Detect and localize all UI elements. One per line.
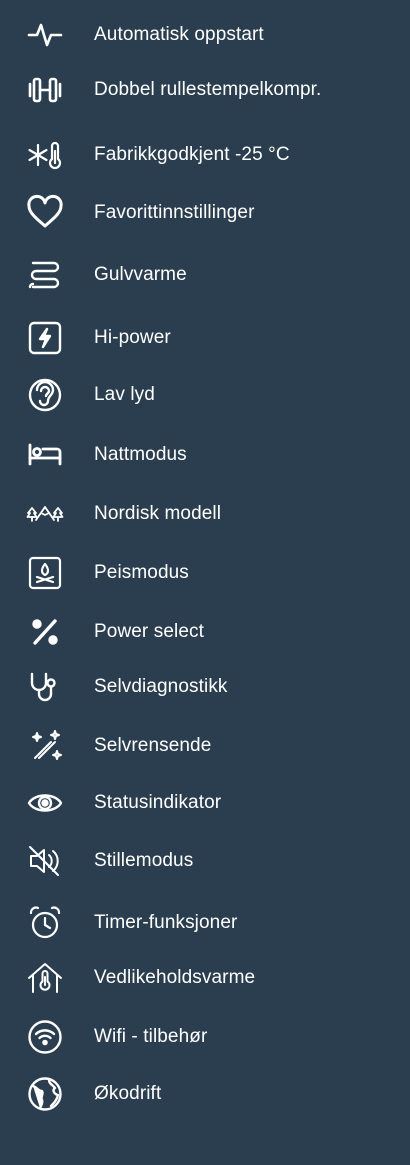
fireplace-icon — [25, 553, 65, 593]
feature-item-fabrikkgodkjent: Fabrikkgodkjent -25 °C — [0, 135, 410, 175]
feature-item-dobbel-rullestempelkompr: Dobbel rullestempelkompr. — [0, 70, 410, 110]
feature-item-gulvvarme: Gulvvarme — [0, 255, 410, 295]
feature-item-timer-funksjoner: Timer-funksjoner — [0, 903, 410, 943]
feature-label: Lav lyd — [94, 384, 155, 405]
feature-list: Automatisk oppstart Dobbel rullestempelk… — [0, 0, 410, 1165]
magic-wand-icon — [25, 726, 65, 766]
feature-label: Automatisk oppstart — [94, 24, 264, 45]
feature-label: Peismodus — [94, 562, 189, 583]
feature-label: Timer-funksjoner — [94, 912, 238, 933]
house-thermometer-icon — [25, 958, 65, 998]
globe-icon — [25, 1074, 65, 1114]
snowflake-thermometer-icon — [25, 135, 65, 175]
feature-item-vedlikeholdsvarme: Vedlikeholdsvarme — [0, 958, 410, 998]
feature-label: Dobbel rullestempelkompr. — [94, 79, 322, 100]
alarm-clock-icon — [25, 903, 65, 943]
feature-label: Gulvvarme — [94, 264, 187, 285]
feature-item-lav-lyd: Lav lyd — [0, 375, 410, 415]
ear-icon — [25, 375, 65, 415]
feature-item-stillemodus: Stillemodus — [0, 841, 410, 881]
feature-item-selvrensende: Selvrensende — [0, 726, 410, 766]
feature-label: Nordisk modell — [94, 503, 222, 524]
feature-item-power-select: Power select — [0, 612, 410, 652]
feature-item-automatisk-oppstart: Automatisk oppstart — [0, 15, 410, 55]
pulse-icon — [25, 15, 65, 55]
eye-icon — [25, 783, 65, 823]
feature-label: Selvdiagnostikk — [94, 676, 228, 697]
feature-item-nattmodus: Nattmodus — [0, 435, 410, 475]
feature-item-nordisk-modell: Nordisk modell — [0, 494, 410, 534]
feature-item-wifi-tilbehor: Wifi - tilbehør — [0, 1017, 410, 1057]
feature-item-okodrift: Økodrift — [0, 1074, 410, 1114]
feature-item-hi-power: Hi-power — [0, 318, 410, 358]
feature-label: Fabrikkgodkjent -25 °C — [94, 144, 290, 165]
percent-icon — [25, 612, 65, 652]
feature-label: Statusindikator — [94, 792, 222, 813]
heart-icon — [25, 193, 65, 233]
feature-label: Favorittinnstillinger — [94, 202, 255, 223]
speaker-muted-icon — [25, 841, 65, 881]
feature-label: Selvrensende — [94, 735, 212, 756]
feature-label: Hi-power — [94, 327, 171, 348]
feature-item-peismodus: Peismodus — [0, 553, 410, 593]
feature-label: Wifi - tilbehør — [94, 1026, 208, 1047]
bed-icon — [25, 435, 65, 475]
feature-item-statusindikator: Statusindikator — [0, 783, 410, 823]
wifi-icon — [25, 1017, 65, 1057]
feature-label: Stillemodus — [94, 850, 194, 871]
feature-label: Nattmodus — [94, 444, 187, 465]
feature-item-selvdiagnostikk: Selvdiagnostikk — [0, 667, 410, 707]
floor-heating-icon — [25, 255, 65, 295]
dumbbell-compressor-icon — [25, 70, 65, 110]
feature-item-favorittinnstillinger: Favorittinnstillinger — [0, 193, 410, 233]
mountains-trees-icon — [25, 494, 65, 534]
stethoscope-icon — [25, 667, 65, 707]
lightning-icon — [25, 318, 65, 358]
feature-label: Power select — [94, 621, 204, 642]
feature-label: Vedlikeholdsvarme — [94, 967, 256, 988]
feature-label: Økodrift — [94, 1083, 162, 1104]
